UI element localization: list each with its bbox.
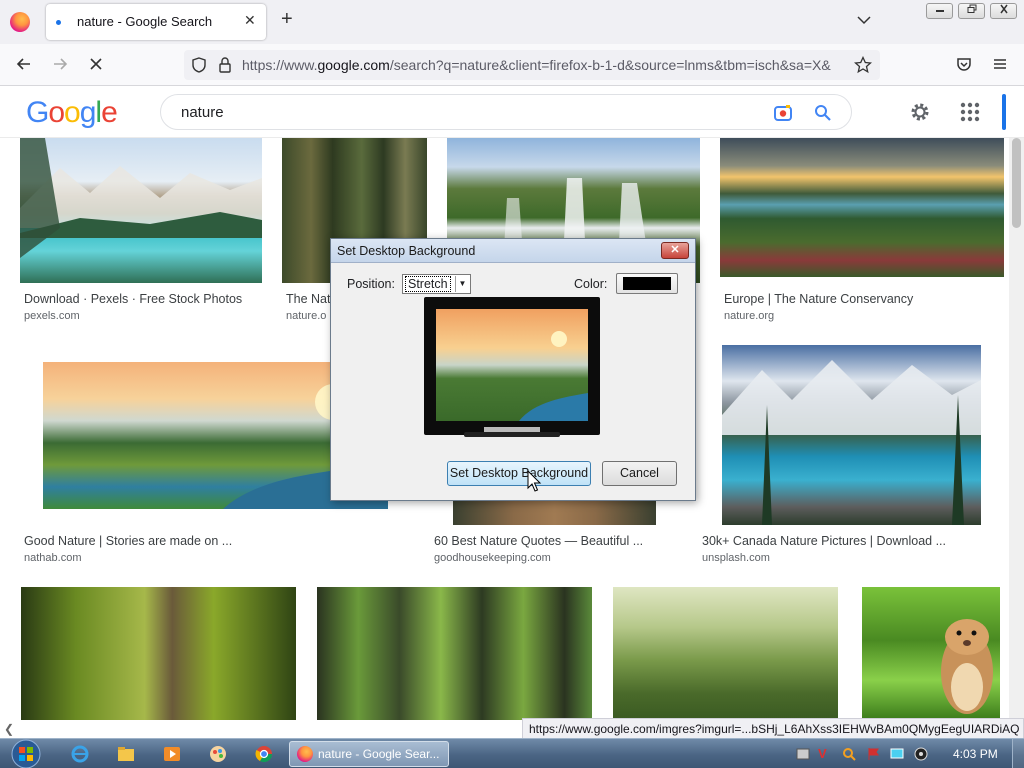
sign-in-button[interactable] xyxy=(1002,94,1006,130)
stop-loading-icon[interactable] xyxy=(86,54,106,74)
position-select-value: Stretch xyxy=(405,276,451,292)
restore-button[interactable] xyxy=(958,3,985,19)
position-select[interactable]: Stretch ▼ xyxy=(402,274,471,294)
result-caption[interactable]: The Nat xyxy=(286,292,330,306)
windows-taskbar: nature - Google Sear... V 4:03 PM xyxy=(0,738,1024,768)
tray-volume-icon[interactable] xyxy=(914,747,928,761)
result-source: pexels.com xyxy=(24,310,80,322)
logo-letter: e xyxy=(101,96,118,129)
tab-bar: nature - Google Search ✕ + xyxy=(0,0,1024,44)
result-image-mountain-lake[interactable] xyxy=(720,138,1004,277)
result-source: nathab.com xyxy=(24,552,82,564)
result-image-sunlit-forest[interactable] xyxy=(613,587,838,720)
dialog-title: Set Desktop Background xyxy=(337,244,476,258)
search-box[interactable]: nature xyxy=(160,94,852,130)
dropdown-arrow-icon[interactable]: ▼ xyxy=(455,276,469,292)
url-prefix: https://www. xyxy=(242,57,318,73)
minimize-button[interactable] xyxy=(926,3,953,19)
result-source: nature.o xyxy=(286,310,327,322)
close-window-button[interactable] xyxy=(990,3,1017,19)
taskbar-firefox-task[interactable]: nature - Google Sear... xyxy=(289,741,449,767)
result-caption[interactable]: Good Nature | Stories are made on ... xyxy=(24,534,232,548)
logo-letter: o xyxy=(64,96,81,129)
close-icon xyxy=(999,4,1008,14)
result-source: unsplash.com xyxy=(702,552,770,564)
minimize-icon xyxy=(935,10,944,12)
chrome-icon[interactable] xyxy=(254,744,274,764)
tray-search-icon[interactable] xyxy=(842,747,856,761)
scrollbar-thumb[interactable] xyxy=(1012,138,1021,228)
paint-icon[interactable] xyxy=(208,744,228,764)
google-logo[interactable]: Google xyxy=(26,96,118,130)
firefox-icon xyxy=(297,746,313,762)
url-bar[interactable]: https://www.google.com/search?q=nature&c… xyxy=(184,50,880,80)
color-label: Color: xyxy=(574,277,608,291)
logo-letter: G xyxy=(26,96,49,129)
search-input[interactable]: nature xyxy=(181,104,224,121)
google-header: Google nature xyxy=(0,86,1024,138)
show-desktop-button[interactable] xyxy=(1012,739,1024,768)
status-url: https://www.google.com/imgres?imgurl=...… xyxy=(522,718,1024,740)
chevron-down-icon[interactable] xyxy=(856,12,872,28)
gear-icon[interactable] xyxy=(908,100,932,124)
tab-close-icon[interactable]: ✕ xyxy=(244,12,256,29)
forward-arrow-icon[interactable] xyxy=(50,54,70,74)
url-domain: google.com xyxy=(317,57,390,73)
result-caption[interactable]: 60 Best Nature Quotes — Beautiful ... xyxy=(434,534,643,548)
file-explorer-icon[interactable] xyxy=(116,744,136,764)
result-caption[interactable]: 30k+ Canada Nature Pictures | Download .… xyxy=(702,534,946,548)
monitor-preview xyxy=(424,297,600,437)
restore-icon xyxy=(967,4,976,13)
set-desktop-background-button[interactable]: Set Desktop Background xyxy=(447,461,591,486)
windows-start-icon[interactable] xyxy=(8,739,44,768)
color-picker-button[interactable] xyxy=(616,273,678,294)
search-icon[interactable] xyxy=(813,103,833,123)
result-image-lake[interactable] xyxy=(20,138,262,283)
position-label: Position: xyxy=(347,277,395,291)
result-source: goodhousekeeping.com xyxy=(434,552,551,564)
result-image-green-forest[interactable] xyxy=(862,587,1000,720)
dialog-close-button[interactable]: ✕ xyxy=(661,242,689,259)
lock-icon[interactable] xyxy=(217,56,233,74)
taskbar-clock[interactable]: 4:03 PM xyxy=(953,747,998,761)
camera-lens-icon[interactable] xyxy=(773,103,793,123)
back-arrow-icon[interactable] xyxy=(14,54,34,74)
tab-title: nature - Google Search xyxy=(77,14,213,29)
url-text: https://www.google.com/search?q=nature&c… xyxy=(242,57,842,73)
result-image-tall-trees[interactable] xyxy=(317,587,592,720)
scroll-left-arrow-icon[interactable]: ❮ xyxy=(0,720,18,738)
tab-google-search[interactable]: nature - Google Search ✕ xyxy=(46,4,266,40)
tray-antivirus-icon[interactable]: V xyxy=(818,747,832,761)
color-swatch xyxy=(623,277,671,290)
tray-display-icon[interactable] xyxy=(890,747,904,761)
hamburger-menu-icon[interactable] xyxy=(990,54,1010,74)
cancel-button[interactable]: Cancel xyxy=(602,461,677,486)
bookmark-star-icon[interactable] xyxy=(854,56,872,74)
navigation-toolbar: https://www.google.com/search?q=nature&c… xyxy=(0,44,1024,86)
logo-letter: o xyxy=(48,96,65,129)
apps-grid-icon[interactable] xyxy=(958,100,982,124)
hamster-mascot-icon xyxy=(941,619,993,714)
result-source: nature.org xyxy=(724,310,775,322)
new-tab-button[interactable]: + xyxy=(281,9,293,29)
result-image-mossy-path[interactable] xyxy=(21,587,296,720)
tracking-shield-icon[interactable] xyxy=(190,56,208,74)
mouse-cursor-icon xyxy=(527,470,542,492)
result-image-canada[interactable] xyxy=(722,345,981,525)
result-caption[interactable]: Download · Pexels · Free Stock Photos xyxy=(24,292,242,306)
dialog-titlebar[interactable]: Set Desktop Background ✕ xyxy=(331,239,695,263)
vertical-scrollbar[interactable] xyxy=(1009,138,1024,720)
tab-loading-indicator xyxy=(56,20,61,25)
pocket-icon[interactable] xyxy=(954,54,974,74)
tray-flag-icon[interactable] xyxy=(866,747,880,761)
result-caption[interactable]: Europe | The Nature Conservancy xyxy=(724,292,913,306)
set-desktop-background-dialog: Set Desktop Background ✕ Position: Stret… xyxy=(330,238,696,501)
internet-explorer-icon[interactable] xyxy=(70,744,90,764)
firefox-logo-icon[interactable] xyxy=(10,12,30,32)
url-path: /search?q=nature&client=firefox-b-1-d&so… xyxy=(389,57,831,73)
taskbar-task-label: nature - Google Sear... xyxy=(318,747,440,761)
media-player-icon[interactable] xyxy=(162,744,182,764)
tray-network-icon[interactable] xyxy=(796,747,810,761)
logo-letter: g xyxy=(79,96,97,129)
